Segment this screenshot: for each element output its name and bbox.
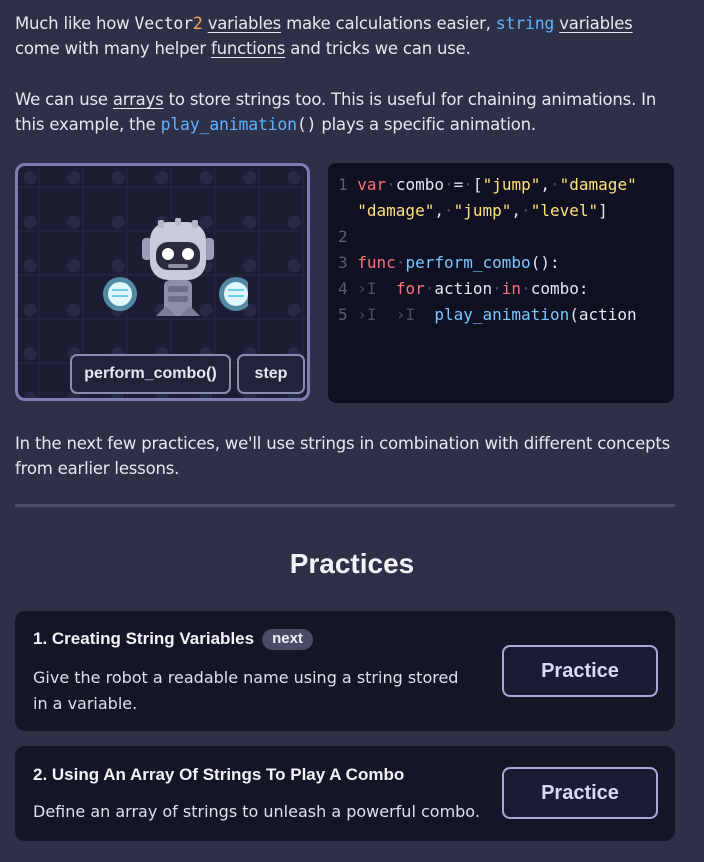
perform-combo-button[interactable]: perform_combo() — [70, 354, 231, 394]
bracket: ] — [598, 201, 608, 220]
demo-panel: perform_combo() step — [15, 163, 310, 401]
code-line-4: 4 ›I for·action·in·combo: — [338, 279, 589, 298]
robot-sprite — [103, 218, 248, 316]
outro-paragraph: In the next few practices, we'll use str… — [15, 431, 685, 481]
practice-title: 1. Creating String Variables next — [33, 629, 313, 650]
practice-button-2[interactable]: Practice — [502, 767, 658, 819]
next-badge: next — [262, 629, 313, 650]
text: and tricks we can use. — [285, 39, 471, 58]
text: We can use — [15, 90, 113, 109]
right-glove-icon — [219, 277, 248, 311]
string: "jump" — [482, 175, 541, 194]
keyword: var — [357, 175, 387, 194]
text: to store strings too. This is useful for… — [163, 90, 657, 109]
practice-card-2: 2. Using An Array Of Strings To Play A C… — [15, 746, 675, 841]
left-glove-icon — [103, 277, 137, 311]
link-arrays[interactable]: arrays — [113, 90, 164, 109]
text: In the next few practices, we'll use str… — [15, 434, 671, 453]
line-number: 5 — [338, 305, 348, 324]
practice-title-text: 1. Creating String Variables — [33, 629, 255, 648]
function-name: perform_combo — [405, 253, 531, 272]
string: "jump" — [453, 201, 512, 220]
line-number: 4 — [338, 279, 348, 298]
code-paren: () — [296, 115, 317, 134]
comma: , — [540, 175, 550, 194]
operator: = — [453, 175, 464, 194]
text: Much like how — [15, 14, 135, 33]
function-call: play_animation — [434, 305, 570, 324]
line-number: 1 — [338, 175, 348, 194]
string: "damage" — [357, 201, 435, 220]
identifier: combo — [395, 175, 444, 194]
identifier: action — [434, 279, 493, 298]
step-button[interactable]: step — [237, 354, 305, 394]
intro-paragraph-1: Much like how Vector2 variables make cal… — [15, 11, 685, 61]
code-line-5: 5 ›I ›I play_animation(action — [338, 305, 637, 324]
string: "level" — [530, 201, 599, 220]
practice-card-1: 1. Creating String Variables next Give th… — [15, 611, 675, 731]
practice-description: Give the robot a readable name using a s… — [33, 668, 459, 713]
link-variables-2[interactable]: variables — [559, 14, 633, 33]
link-functions[interactable]: functions — [211, 39, 285, 58]
comma: , — [434, 201, 444, 220]
code-line-1: 1 var·combo·=·["jump",·"damage" — [338, 175, 637, 194]
comma: , — [511, 201, 522, 220]
code-line-1-wrap: "damage",·"jump",·"level"] — [357, 201, 608, 220]
punctuation: (action — [569, 305, 637, 324]
keyword: func — [357, 253, 396, 272]
practice-title: 2. Using An Array Of Strings To Play A C… — [33, 765, 405, 784]
keyword: in — [501, 279, 522, 298]
code-vector-number: 2 — [192, 14, 203, 33]
code-panel: 1 var·combo·=·["jump",·"damage" "damage"… — [328, 163, 674, 403]
practice-button-1[interactable]: Practice — [502, 645, 658, 697]
practices-heading: Practices — [289, 548, 415, 579]
identifier: combo: — [530, 279, 589, 298]
text: this example, the — [15, 115, 161, 134]
bracket: [ — [472, 175, 483, 194]
text: plays a specific animation. — [316, 115, 536, 134]
text: make calculations easier, — [281, 14, 496, 33]
code-play-animation: play_animation — [160, 115, 297, 134]
line-number: 3 — [338, 253, 348, 272]
text: come with many helper — [15, 39, 211, 58]
line-number: 2 — [338, 227, 348, 246]
link-variables[interactable]: variables — [208, 14, 282, 33]
intro-paragraph-2: We can use arrays to store strings too. … — [15, 87, 685, 137]
code-vector: Vector — [134, 14, 194, 33]
keyword: for — [395, 279, 425, 298]
lesson-page: Much like how Vector2 variables make cal… — [0, 0, 704, 862]
practice-description: Define an array of strings to unleash a … — [33, 802, 480, 821]
text: from earlier lessons. — [15, 459, 180, 478]
string: "damage" — [559, 175, 637, 194]
code-line-3: 3 func·perform_combo(): — [338, 253, 560, 272]
punctuation: (): — [530, 253, 560, 272]
code-string: string — [495, 14, 555, 33]
code-line-2: 2 — [338, 224, 348, 250]
section-divider — [15, 504, 675, 507]
